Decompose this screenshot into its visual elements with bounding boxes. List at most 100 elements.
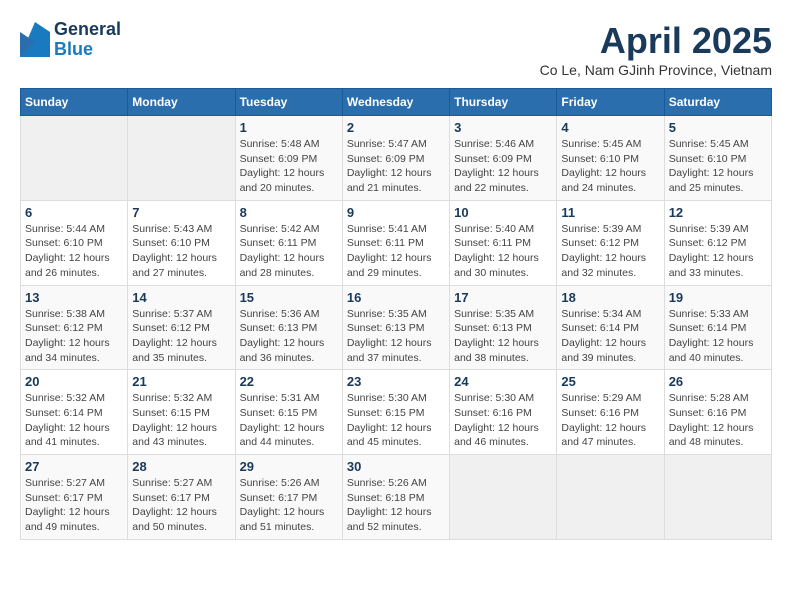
day-number: 26 [669,374,767,389]
day-info: Sunrise: 5:37 AMSunset: 6:12 PMDaylight:… [132,307,230,366]
day-number: 5 [669,120,767,135]
calendar-cell: 19 Sunrise: 5:33 AMSunset: 6:14 PMDayligh… [664,285,771,370]
day-info: Sunrise: 5:39 AMSunset: 6:12 PMDaylight:… [561,222,659,281]
day-number: 4 [561,120,659,135]
calendar-cell: 5 Sunrise: 5:45 AMSunset: 6:10 PMDaylight… [664,116,771,201]
day-info: Sunrise: 5:46 AMSunset: 6:09 PMDaylight:… [454,137,552,196]
day-number: 14 [132,290,230,305]
day-number: 11 [561,205,659,220]
day-info: Sunrise: 5:27 AMSunset: 6:17 PMDaylight:… [25,476,123,535]
calendar-cell: 15 Sunrise: 5:36 AMSunset: 6:13 PMDayligh… [235,285,342,370]
day-number: 25 [561,374,659,389]
day-number: 8 [240,205,338,220]
logo-blue-text: Blue [54,40,121,60]
calendar-cell: 24 Sunrise: 5:30 AMSunset: 6:16 PMDayligh… [450,370,557,455]
header-wednesday: Wednesday [342,89,449,116]
day-number: 6 [25,205,123,220]
day-info: Sunrise: 5:40 AMSunset: 6:11 PMDaylight:… [454,222,552,281]
calendar-week-4: 20 Sunrise: 5:32 AMSunset: 6:14 PMDayligh… [21,370,772,455]
day-info: Sunrise: 5:28 AMSunset: 6:16 PMDaylight:… [669,391,767,450]
day-info: Sunrise: 5:39 AMSunset: 6:12 PMDaylight:… [669,222,767,281]
calendar-cell: 10 Sunrise: 5:40 AMSunset: 6:11 PMDayligh… [450,200,557,285]
day-number: 22 [240,374,338,389]
day-number: 21 [132,374,230,389]
header-sunday: Sunday [21,89,128,116]
calendar-cell: 4 Sunrise: 5:45 AMSunset: 6:10 PMDaylight… [557,116,664,201]
day-info: Sunrise: 5:34 AMSunset: 6:14 PMDaylight:… [561,307,659,366]
day-info: Sunrise: 5:36 AMSunset: 6:13 PMDaylight:… [240,307,338,366]
day-number: 15 [240,290,338,305]
calendar-cell [128,116,235,201]
day-number: 13 [25,290,123,305]
day-info: Sunrise: 5:32 AMSunset: 6:14 PMDaylight:… [25,391,123,450]
logo: General Blue [20,20,121,60]
calendar-cell [557,455,664,540]
day-info: Sunrise: 5:45 AMSunset: 6:10 PMDaylight:… [669,137,767,196]
day-info: Sunrise: 5:29 AMSunset: 6:16 PMDaylight:… [561,391,659,450]
calendar-cell: 1 Sunrise: 5:48 AMSunset: 6:09 PMDaylight… [235,116,342,201]
calendar-cell: 21 Sunrise: 5:32 AMSunset: 6:15 PMDayligh… [128,370,235,455]
day-number: 17 [454,290,552,305]
day-number: 18 [561,290,659,305]
title-block: April 2025 Co Le, Nam GJinh Province, Vi… [540,20,772,78]
logo-icon [20,22,50,57]
day-info: Sunrise: 5:41 AMSunset: 6:11 PMDaylight:… [347,222,445,281]
calendar-cell: 30Sunrise: 5:26 AMSunset: 6:18 PMDayligh… [342,455,449,540]
calendar-subtitle: Co Le, Nam GJinh Province, Vietnam [540,62,772,78]
day-number: 29 [240,459,338,474]
day-number: 12 [669,205,767,220]
day-info: Sunrise: 5:31 AMSunset: 6:15 PMDaylight:… [240,391,338,450]
day-number: 2 [347,120,445,135]
logo-general-text: General [54,20,121,40]
day-info: Sunrise: 5:27 AMSunset: 6:17 PMDaylight:… [132,476,230,535]
day-info: Sunrise: 5:30 AMSunset: 6:15 PMDaylight:… [347,391,445,450]
day-info: Sunrise: 5:42 AMSunset: 6:11 PMDaylight:… [240,222,338,281]
calendar-cell: 6 Sunrise: 5:44 AMSunset: 6:10 PMDaylight… [21,200,128,285]
calendar-week-2: 6 Sunrise: 5:44 AMSunset: 6:10 PMDaylight… [21,200,772,285]
day-info: Sunrise: 5:44 AMSunset: 6:10 PMDaylight:… [25,222,123,281]
day-info: Sunrise: 5:38 AMSunset: 6:12 PMDaylight:… [25,307,123,366]
calendar-cell [21,116,128,201]
calendar-cell: 16 Sunrise: 5:35 AMSunset: 6:13 PMDayligh… [342,285,449,370]
calendar-title: April 2025 [540,20,772,62]
header-friday: Friday [557,89,664,116]
day-number: 10 [454,205,552,220]
calendar-cell: 2 Sunrise: 5:47 AMSunset: 6:09 PMDaylight… [342,116,449,201]
calendar-cell: 11 Sunrise: 5:39 AMSunset: 6:12 PMDayligh… [557,200,664,285]
day-info: Sunrise: 5:48 AMSunset: 6:09 PMDaylight:… [240,137,338,196]
day-number: 23 [347,374,445,389]
day-number: 1 [240,120,338,135]
calendar-cell: 23 Sunrise: 5:30 AMSunset: 6:15 PMDayligh… [342,370,449,455]
day-number: 27 [25,459,123,474]
calendar-cell: 18 Sunrise: 5:34 AMSunset: 6:14 PMDayligh… [557,285,664,370]
calendar-table: SundayMondayTuesdayWednesdayThursdayFrid… [20,88,772,540]
calendar-week-5: 27 Sunrise: 5:27 AMSunset: 6:17 PMDayligh… [21,455,772,540]
calendar-cell [450,455,557,540]
calendar-cell: 3 Sunrise: 5:46 AMSunset: 6:09 PMDaylight… [450,116,557,201]
day-number: 19 [669,290,767,305]
day-info: Sunrise: 5:47 AMSunset: 6:09 PMDaylight:… [347,137,445,196]
day-info: Sunrise: 5:45 AMSunset: 6:10 PMDaylight:… [561,137,659,196]
day-number: 30 [347,459,445,474]
day-number: 24 [454,374,552,389]
calendar-cell: 26 Sunrise: 5:28 AMSunset: 6:16 PMDayligh… [664,370,771,455]
day-info: Sunrise: 5:43 AMSunset: 6:10 PMDaylight:… [132,222,230,281]
day-number: 16 [347,290,445,305]
calendar-cell: 29Sunrise: 5:26 AMSunset: 6:17 PMDayligh… [235,455,342,540]
day-number: 28 [132,459,230,474]
day-info: Sunrise: 5:32 AMSunset: 6:15 PMDaylight:… [132,391,230,450]
day-info: Sunrise: 5:33 AMSunset: 6:14 PMDaylight:… [669,307,767,366]
day-info: Sunrise: 5:35 AMSunset: 6:13 PMDaylight:… [454,307,552,366]
calendar-cell: 27 Sunrise: 5:27 AMSunset: 6:17 PMDayligh… [21,455,128,540]
calendar-cell: 12 Sunrise: 5:39 AMSunset: 6:12 PMDayligh… [664,200,771,285]
header-tuesday: Tuesday [235,89,342,116]
day-number: 20 [25,374,123,389]
day-number: 3 [454,120,552,135]
day-number: 9 [347,205,445,220]
calendar-cell: 22 Sunrise: 5:31 AMSunset: 6:15 PMDayligh… [235,370,342,455]
page-header: General Blue April 2025 Co Le, Nam GJinh… [20,20,772,78]
calendar-header-row: SundayMondayTuesdayWednesdayThursdayFrid… [21,89,772,116]
day-info: Sunrise: 5:30 AMSunset: 6:16 PMDaylight:… [454,391,552,450]
header-saturday: Saturday [664,89,771,116]
day-info: Sunrise: 5:35 AMSunset: 6:13 PMDaylight:… [347,307,445,366]
